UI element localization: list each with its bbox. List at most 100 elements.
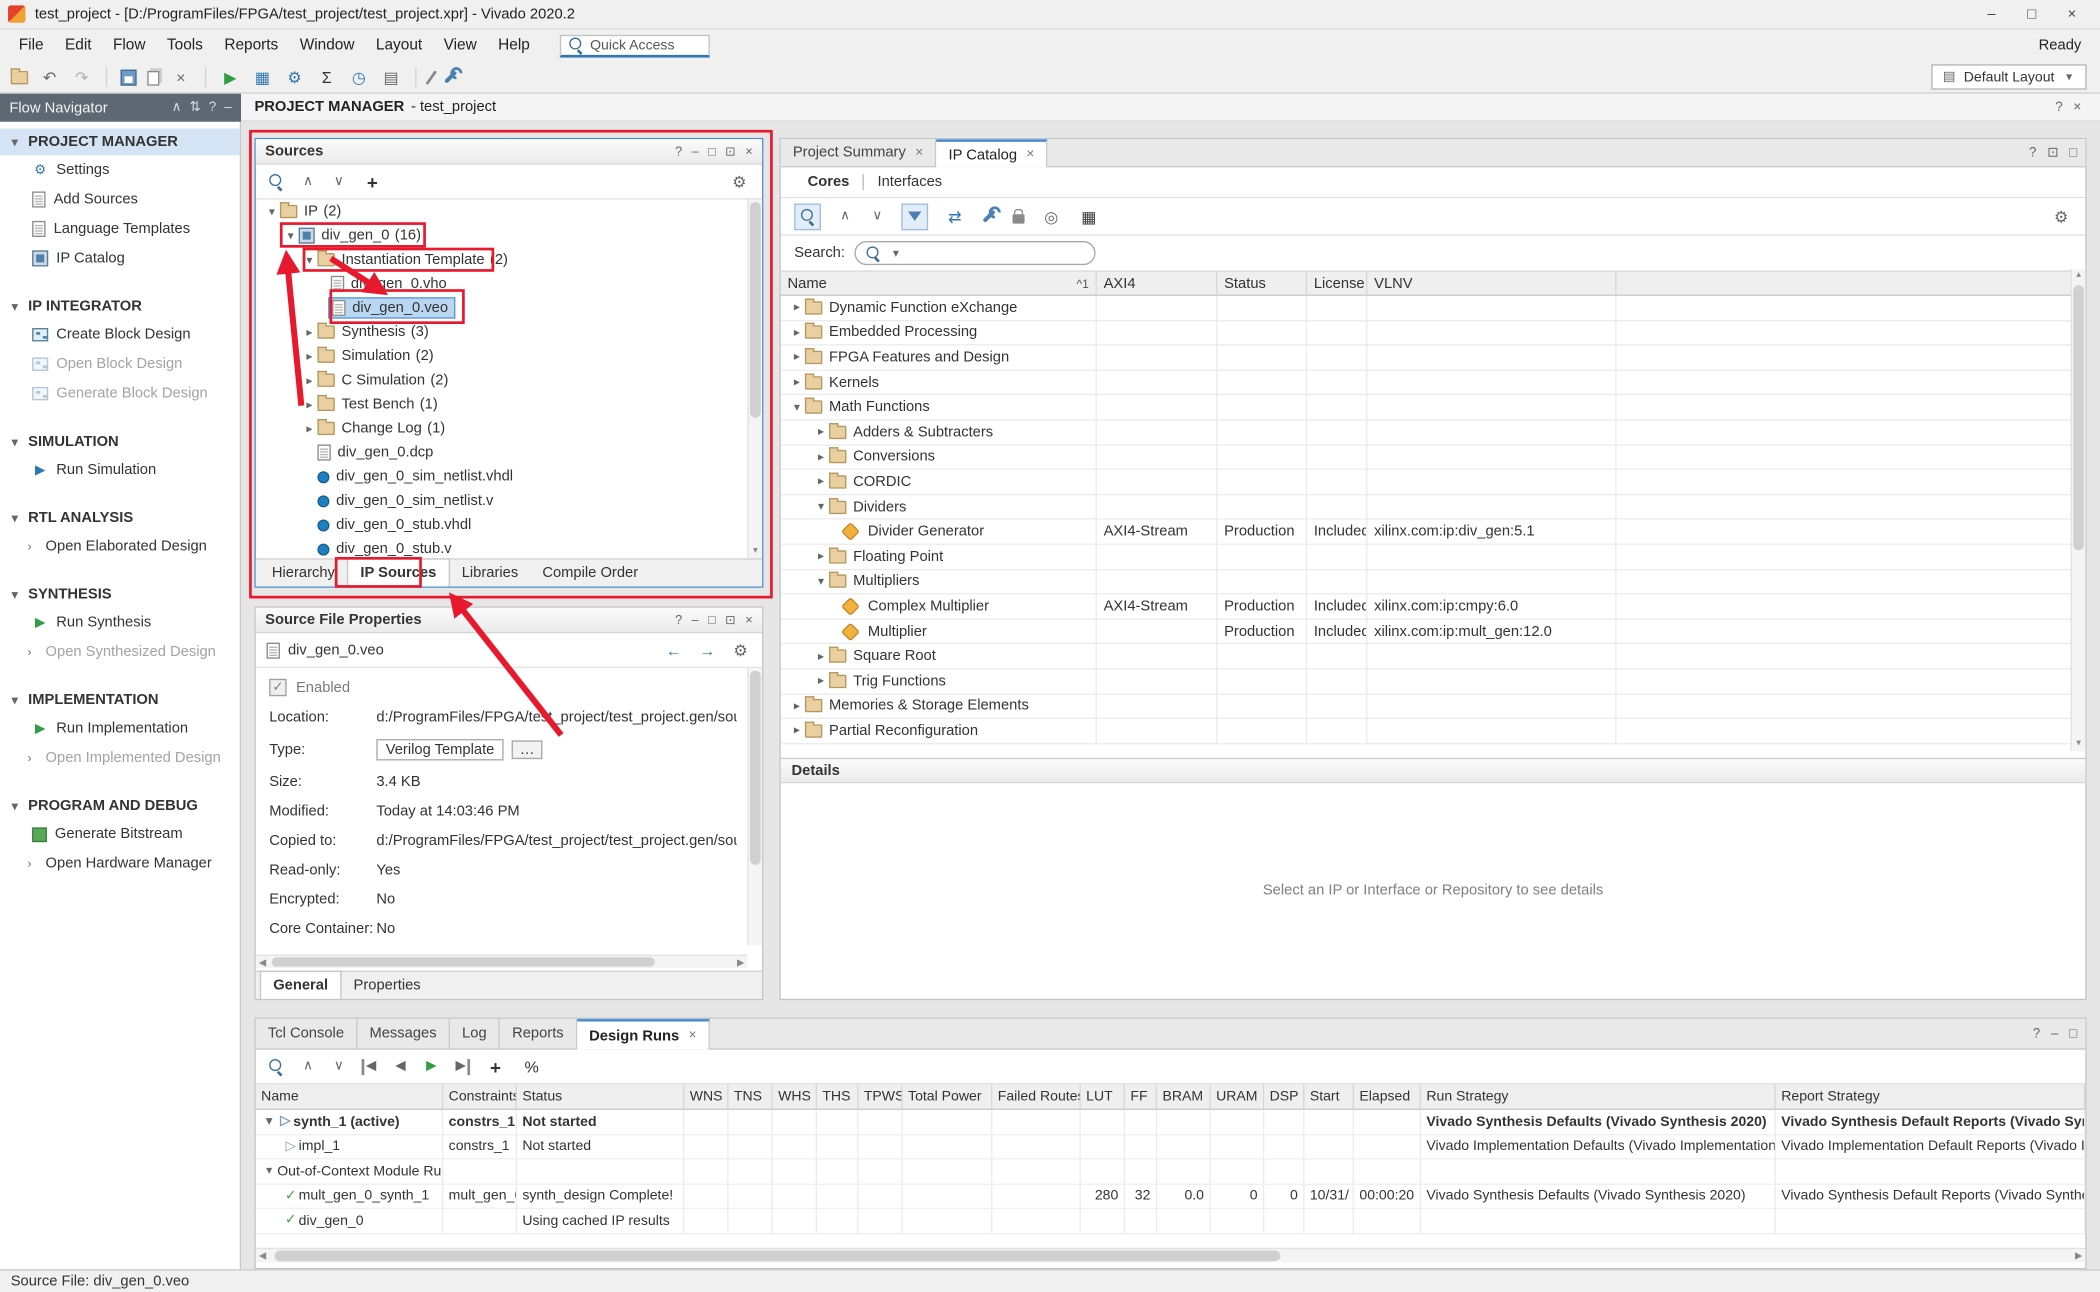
sidebar-item-open-implemented-design[interactable]: › Open Implemented Design bbox=[0, 743, 240, 772]
chevron-right-icon[interactable]: ▸ bbox=[813, 475, 829, 490]
sidebar-item-run-simulation[interactable]: ▶ Run Simulation bbox=[0, 455, 240, 484]
column-header-license[interactable]: License bbox=[1307, 270, 1367, 295]
catalog-row-cordic[interactable]: ▸CORDIC bbox=[781, 470, 2085, 495]
scrollbar-thumb[interactable] bbox=[272, 957, 655, 966]
catalog-row-adders-subtracters[interactable]: ▸Adders & Subtracters bbox=[781, 420, 2085, 445]
tree-item-div-gen-0-veo[interactable]: div_gen_0.veo bbox=[256, 296, 748, 320]
quick-access-search[interactable]: Quick Access bbox=[559, 34, 709, 57]
create-run-icon[interactable]: + bbox=[485, 1056, 506, 1077]
scroll-left-icon[interactable]: ◀ bbox=[256, 957, 269, 968]
catalog-row-trig-functions[interactable]: ▸Trig Functions bbox=[781, 669, 2085, 694]
menu-window[interactable]: Window bbox=[289, 33, 365, 57]
copy-icon[interactable] bbox=[147, 71, 159, 86]
minimize-panel-icon[interactable]: – bbox=[692, 613, 699, 628]
chevron-right-icon[interactable]: ▸ bbox=[789, 375, 805, 390]
sidebar-item-simulation[interactable]: ▾ SIMULATION bbox=[0, 428, 240, 455]
run-row-div-gen-0[interactable]: ✓div_gen_0 Using cached IP results bbox=[256, 1209, 2085, 1234]
maximize-panel-icon[interactable]: □ bbox=[2069, 1026, 2077, 1041]
sidebar-item-ip-integrator[interactable]: ▾ IP INTEGRATOR bbox=[0, 293, 240, 320]
sidebar-item-generate-bitstream[interactable]: Generate Bitstream bbox=[0, 819, 240, 848]
open-project-icon[interactable] bbox=[11, 70, 28, 83]
play-back-icon[interactable]: ◀ bbox=[392, 1058, 408, 1074]
tree-item-sim-netlist-vhdl[interactable]: div_gen_0_sim_netlist.vhdl bbox=[256, 465, 748, 489]
dock-panel-icon[interactable]: ⊡ bbox=[725, 613, 736, 628]
properties-scrollbar[interactable] bbox=[747, 668, 762, 945]
close-tab-icon[interactable]: × bbox=[1026, 147, 1034, 162]
minimize-window-icon[interactable]: – bbox=[1971, 1, 2011, 28]
sidebar-item-create-block-design[interactable]: Create Block Design bbox=[0, 320, 240, 349]
tab-ip-catalog[interactable]: IP Catalog × bbox=[936, 139, 1047, 167]
chevron-down-icon[interactable]: ▾ bbox=[301, 252, 317, 267]
chevron-down-icon[interactable]: ▾ bbox=[283, 228, 299, 243]
maximize-window-icon[interactable]: □ bbox=[2012, 1, 2052, 28]
sidebar-item-open-block-design[interactable]: Open Block Design bbox=[0, 349, 240, 378]
back-icon[interactable]: ← bbox=[663, 639, 684, 660]
tab-log[interactable]: Log bbox=[450, 1019, 500, 1048]
chevron-right-icon[interactable]: ▸ bbox=[813, 649, 829, 664]
run-selected-icon[interactable]: ▶ bbox=[423, 1058, 439, 1074]
runs-hscrollbar[interactable]: ◀ ▶ bbox=[256, 1248, 2085, 1263]
catalog-row-divider-generator[interactable]: Divider Generator AXI4-Stream Production… bbox=[781, 520, 2085, 545]
tree-item-instantiation-template[interactable]: ▾ Instantiation Template (2) bbox=[256, 248, 748, 272]
column-header[interactable]: WNS bbox=[684, 1084, 728, 1109]
column-header[interactable]: DSP bbox=[1264, 1084, 1304, 1109]
search-icon[interactable] bbox=[268, 173, 285, 190]
step-back-icon[interactable]: ◀ bbox=[362, 1058, 378, 1074]
column-header[interactable]: WHS bbox=[773, 1084, 817, 1109]
wrench-icon[interactable] bbox=[982, 210, 995, 223]
undo-icon[interactable]: ↶ bbox=[39, 66, 60, 87]
step-forward-icon[interactable]: ▶ bbox=[454, 1058, 470, 1074]
sidebar-item-add-sources[interactable]: Add Sources bbox=[0, 185, 240, 214]
dashboard-icon[interactable]: ▦ bbox=[252, 66, 273, 87]
column-header-vlnv[interactable]: VLNV bbox=[1367, 270, 1616, 295]
column-header[interactable]: THS bbox=[817, 1084, 859, 1109]
column-header[interactable]: Name bbox=[256, 1084, 444, 1109]
menu-help[interactable]: Help bbox=[487, 33, 540, 57]
tab-design-runs[interactable]: Design Runs × bbox=[577, 1019, 710, 1050]
chevron-right-icon[interactable]: ▸ bbox=[789, 325, 805, 340]
run-row-impl-1[interactable]: ▷impl_1 constrs_1 Not started Vivado Imp… bbox=[256, 1135, 2085, 1160]
catalog-row-multiplier[interactable]: Multiplier Production Included xilinx.co… bbox=[781, 620, 2085, 645]
sum-icon[interactable]: Σ bbox=[316, 66, 337, 87]
add-sources-icon[interactable]: + bbox=[362, 171, 383, 192]
target-icon[interactable]: ◎ bbox=[1041, 206, 1062, 227]
chevron-down-icon[interactable]: ▾ bbox=[261, 1114, 277, 1129]
scroll-right-icon[interactable]: ▶ bbox=[2072, 1250, 2085, 1261]
float-panel-icon[interactable]: □ bbox=[708, 613, 716, 628]
chevron-right-icon[interactable]: ▸ bbox=[813, 450, 829, 465]
tree-item-div-gen-0-vho[interactable]: div_gen_0.vho bbox=[256, 272, 748, 296]
tree-item-test-bench[interactable]: ▸ Test Bench (1) bbox=[256, 392, 748, 416]
close-icon[interactable]: × bbox=[2073, 100, 2081, 115]
tree-item-div-gen-0-dcp[interactable]: div_gen_0.dcp bbox=[256, 440, 748, 464]
expand-all-icon[interactable]: ∨ bbox=[869, 208, 885, 224]
chevron-down-icon[interactable]: ▾ bbox=[264, 204, 280, 219]
float-panel-icon[interactable]: ⊡ bbox=[2047, 145, 2058, 160]
clock-icon[interactable]: ◷ bbox=[348, 66, 369, 87]
tree-item-c-simulation[interactable]: ▸ C Simulation (2) bbox=[256, 368, 748, 392]
sidebar-item-synthesis[interactable]: ▾ SYNTHESIS bbox=[0, 581, 240, 608]
close-panel-icon[interactable]: × bbox=[745, 613, 752, 628]
filter-icon[interactable] bbox=[901, 203, 928, 230]
tab-reports[interactable]: Reports bbox=[500, 1019, 577, 1048]
tree-item-stub-vhdl[interactable]: div_gen_0_stub.vhdl bbox=[256, 513, 748, 537]
column-header-axi4[interactable]: AXI4 bbox=[1097, 270, 1218, 295]
tree-item-simulation[interactable]: ▸ Simulation (2) bbox=[256, 344, 748, 368]
help-icon[interactable]: ? bbox=[675, 144, 682, 159]
settings-gear-icon[interactable]: ⚙ bbox=[2050, 206, 2071, 227]
help-icon[interactable]: ? bbox=[2055, 100, 2062, 115]
save-icon[interactable] bbox=[121, 69, 137, 85]
chevron-down-icon[interactable]: ▾ bbox=[789, 400, 805, 415]
tree-item-change-log[interactable]: ▸ Change Log (1) bbox=[256, 416, 748, 440]
tree-item-sim-netlist-v[interactable]: div_gen_0_sim_netlist.v bbox=[256, 489, 748, 513]
tab-hierarchy[interactable]: Hierarchy bbox=[260, 560, 347, 587]
column-header[interactable]: TNS bbox=[729, 1084, 773, 1109]
subtab-interfaces[interactable]: Interfaces bbox=[863, 174, 956, 190]
chevron-right-icon[interactable]: ▸ bbox=[789, 300, 805, 315]
collapse-all-icon[interactable]: ∧ bbox=[300, 173, 316, 189]
pencil-icon[interactable] bbox=[426, 70, 437, 85]
sidebar-item-open-synthesized-design[interactable]: › Open Synthesized Design bbox=[0, 637, 240, 666]
column-header-name[interactable]: Name ^1 bbox=[781, 270, 1097, 295]
scrollbar-thumb[interactable] bbox=[275, 1250, 1281, 1261]
column-header[interactable]: Start bbox=[1304, 1084, 1354, 1109]
float-panel-icon[interactable]: □ bbox=[708, 144, 716, 159]
